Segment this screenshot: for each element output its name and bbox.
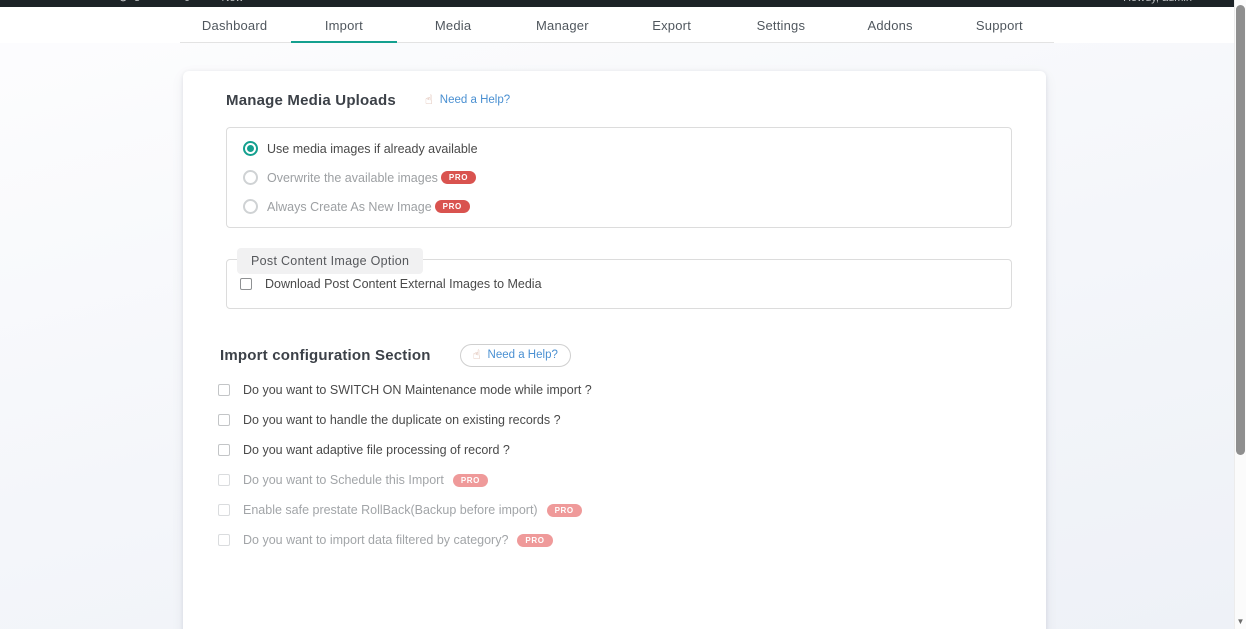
media-options-box: Use media images if already available Ove… (226, 127, 1012, 228)
pro-badge: PRO (453, 474, 488, 487)
post-content-legend: Post Content Image Option (237, 248, 423, 274)
config-check-label: Enable safe prestate RollBack(Backup bef… (243, 503, 538, 517)
tab-addons[interactable]: Addons (836, 7, 945, 42)
config-checkbox[interactable] (218, 474, 230, 486)
media-option-row: Use media images if already available (227, 134, 1011, 163)
config-checkbox[interactable] (218, 384, 230, 396)
radio-button[interactable] (243, 141, 258, 156)
tab-manager[interactable]: Manager (508, 7, 617, 42)
radio-button[interactable] (243, 199, 258, 214)
media-option-row: Overwrite the available imagesPRO (227, 163, 1011, 192)
import-config-checklist: Do you want to SWITCH ON Maintenance mod… (218, 380, 1012, 550)
media-help-label: Need a Help? (440, 94, 510, 106)
media-option-label: Use media images if already available (267, 142, 478, 156)
config-checkbox[interactable] (218, 414, 230, 426)
radio-button[interactable] (243, 170, 258, 185)
import-config-help-label: Need a Help? (488, 349, 558, 361)
updates-count[interactable]: 3 (134, 0, 140, 7)
pro-badge: PRO (547, 504, 582, 517)
pro-badge: PRO (441, 171, 476, 184)
updates-icon[interactable]: ↻ (118, 0, 128, 7)
comments-count[interactable]: 0 (184, 0, 190, 7)
config-check-row: Enable safe prestate RollBack(Backup bef… (218, 500, 1012, 520)
download-external-images-label: Download Post Content External Images to… (265, 277, 542, 291)
new-button[interactable]: + New (212, 0, 244, 7)
tab-support[interactable]: Support (945, 7, 1054, 42)
tab-dashboard[interactable]: Dashboard (180, 7, 289, 42)
pro-badge: PRO (435, 200, 470, 213)
import-config-title: Import configuration Section (220, 347, 431, 364)
media-option-row: Always Create As New ImagePRO (227, 192, 1011, 221)
media-help-link[interactable]: ☝ Need a Help? (425, 93, 510, 108)
media-option-label: Always Create As New Image (267, 200, 432, 214)
config-checkbox[interactable] (218, 444, 230, 456)
tab-export[interactable]: Export (617, 7, 726, 42)
config-check-label: Do you want to handle the duplicate on e… (243, 413, 561, 427)
config-check-label: Do you want to import data filtered by c… (243, 533, 508, 547)
nav-strip: DashboardImportMediaManagerExportSetting… (0, 7, 1234, 43)
page-body: DashboardImportMediaManagerExportSetting… (0, 7, 1234, 629)
tab-media[interactable]: Media (399, 7, 508, 42)
config-check-label: Do you want to SWITCH ON Maintenance mod… (243, 383, 592, 397)
tab-import[interactable]: Import (289, 7, 398, 42)
content-card: Manage Media Uploads ☝ Need a Help? Use … (183, 71, 1046, 629)
config-check-row: Do you want to SWITCH ON Maintenance mod… (218, 380, 1012, 400)
hand-icon: ☝ (473, 348, 481, 363)
tab-settings[interactable]: Settings (726, 7, 835, 42)
tab-bar: DashboardImportMediaManagerExportSetting… (180, 7, 1054, 43)
config-checkbox[interactable] (218, 504, 230, 516)
howdy-account[interactable]: Howdy, admin (1123, 0, 1192, 7)
download-external-images-checkbox[interactable] (240, 278, 252, 290)
wp-admin-bar: ↻ 3 0 + New Howdy, admin (0, 0, 1234, 7)
config-check-row: Do you want to Schedule this Import PRO (218, 470, 1012, 490)
scrollbar-thumb[interactable] (1236, 5, 1245, 455)
config-check-row: Do you want adaptive file processing of … (218, 440, 1012, 460)
pro-badge: PRO (517, 534, 552, 547)
config-check-label: Do you want adaptive file processing of … (243, 443, 510, 457)
vertical-scrollbar[interactable]: ▼ (1234, 0, 1246, 629)
scrollbar-down-arrow[interactable]: ▼ (1235, 617, 1246, 627)
config-check-row: Do you want to handle the duplicate on e… (218, 410, 1012, 430)
hand-icon: ☝ (425, 93, 433, 108)
config-check-row: Do you want to import data filtered by c… (218, 530, 1012, 550)
post-content-box: Post Content Image Option Download Post … (226, 259, 1012, 309)
media-section-title: Manage Media Uploads (226, 92, 396, 109)
import-config-help-button[interactable]: ☝ Need a Help? (460, 344, 571, 367)
media-option-label: Overwrite the available images (267, 171, 438, 185)
config-check-label: Do you want to Schedule this Import (243, 473, 444, 487)
config-checkbox[interactable] (218, 534, 230, 546)
